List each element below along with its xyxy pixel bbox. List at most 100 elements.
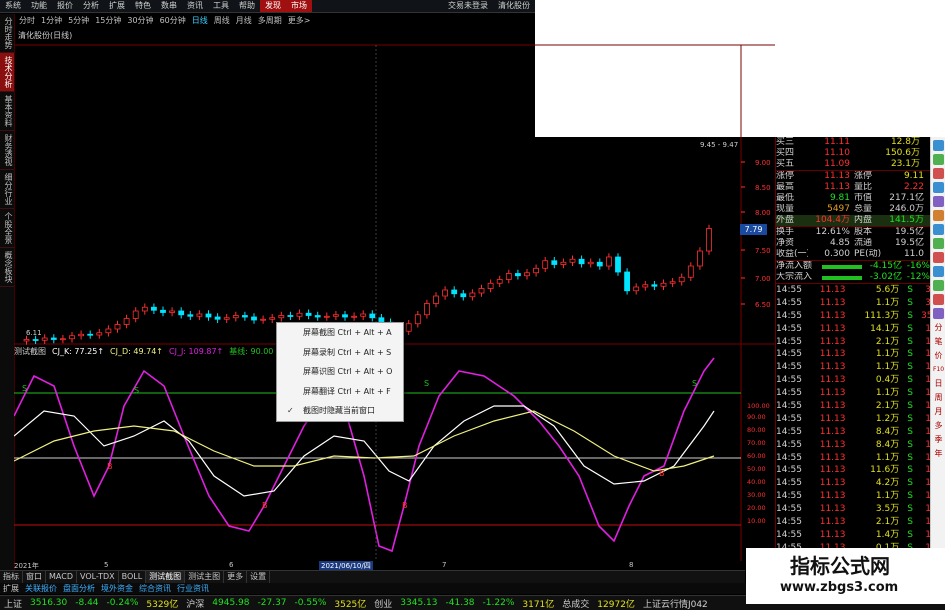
- bottom-tab-settings[interactable]: 设置: [247, 571, 271, 583]
- indicator-tick-label: 90.00: [747, 413, 766, 421]
- menu-item-help[interactable]: 帮助: [234, 0, 260, 12]
- period-tab-60min[interactable]: 60分钟: [157, 15, 189, 26]
- menu-item-system[interactable]: 系统: [0, 0, 26, 12]
- list-icon[interactable]: [933, 182, 944, 193]
- info-icon[interactable]: [933, 266, 944, 277]
- left-tab-concept[interactable]: 概念板块: [0, 248, 14, 287]
- bottom-tab-indicator[interactable]: 指标: [0, 571, 23, 583]
- side-tab-week[interactable]: 周: [933, 392, 944, 403]
- hs-index-label[interactable]: 沪深: [182, 597, 208, 610]
- period-tab-1min[interactable]: 1分钟: [38, 15, 65, 26]
- side-tab-multi[interactable]: 多: [933, 420, 944, 431]
- bottom-tab-test-capture[interactable]: 测试截图: [146, 571, 186, 583]
- menu-item-quote[interactable]: 报价: [52, 0, 78, 12]
- gear-icon[interactable]: [933, 308, 944, 319]
- candle-body: [323, 315, 330, 318]
- side-tab-month[interactable]: 月: [933, 406, 944, 417]
- left-tab-industry[interactable]: 细分行业: [0, 170, 14, 209]
- menu-screen-translate[interactable]: 屏幕翻译 Ctrl + Alt + F: [277, 382, 403, 402]
- news-link-market[interactable]: 盘面分析: [60, 583, 98, 594]
- news-link-general[interactable]: 综合资讯: [136, 583, 174, 594]
- menu-item-analysis[interactable]: 分析: [78, 0, 104, 12]
- stat-label: 总量: [854, 204, 873, 214]
- grid-icon[interactable]: [933, 196, 944, 207]
- period-tab-more[interactable]: 更多>: [285, 15, 314, 26]
- alert-icon[interactable]: [933, 168, 944, 179]
- server-name[interactable]: 上证云行情J042: [639, 597, 712, 610]
- left-tab-profile[interactable]: 基本资料: [0, 92, 14, 131]
- bottom-tab-boll[interactable]: BOLL: [119, 571, 147, 583]
- search-icon[interactable]: [933, 224, 944, 235]
- period-tab-intraday[interactable]: 分时: [16, 15, 38, 26]
- flow-pct: -12%: [906, 272, 930, 282]
- period-tab-multi[interactable]: 多周期: [255, 15, 285, 26]
- period-tab-30min[interactable]: 30分钟: [124, 15, 156, 26]
- period-tab-15min[interactable]: 15分钟: [92, 15, 124, 26]
- menu-screen-ocr[interactable]: 屏幕识图 Ctrl + Alt + O: [277, 362, 403, 382]
- bottom-tab-macd[interactable]: MACD: [46, 571, 77, 583]
- plus-icon[interactable]: [933, 280, 944, 291]
- menu-screen-record[interactable]: 屏幕录制 Ctrl + Alt + S: [277, 343, 403, 363]
- news-link-foreign[interactable]: 境外资金: [98, 583, 136, 594]
- menu-item-tools[interactable]: 工具: [208, 0, 234, 12]
- candle-body: [542, 260, 549, 269]
- tick-price: 11.13: [819, 452, 846, 463]
- candle-body: [160, 309, 166, 313]
- left-tab-finance[interactable]: 财务透视: [0, 131, 14, 170]
- tick-list[interactable]: 14:55 11.13 5.6万 S 3 14:55 11.13 1.1万 S 3 14:55 11.…: [776, 284, 931, 555]
- tick-time: 14:55: [776, 504, 802, 515]
- period-tab-daily[interactable]: 日线: [189, 15, 211, 26]
- bottom-tab-window[interactable]: 窗口: [23, 571, 46, 583]
- bottom-tab-test-main[interactable]: 测试主图: [185, 571, 225, 583]
- stat-label: 流通: [854, 238, 873, 248]
- stat-value: 5497: [827, 204, 850, 214]
- buy-signal-label: B: [659, 469, 665, 478]
- menu-item-discover[interactable]: 发现: [260, 0, 286, 12]
- star-icon[interactable]: [933, 210, 944, 221]
- side-tab-season[interactable]: 季: [933, 434, 944, 445]
- menu-item-news[interactable]: 资讯: [182, 0, 208, 12]
- side-tab-fen[interactable]: 分: [933, 322, 944, 333]
- indicator-name[interactable]: 测试截图: [14, 346, 46, 357]
- period-tab-monthly[interactable]: 月线: [233, 15, 255, 26]
- price-tick-label: 6.50: [755, 301, 771, 309]
- tick-time: 14:55: [776, 285, 802, 295]
- tick-price: 11.13: [819, 349, 846, 360]
- minus-icon[interactable]: [933, 294, 944, 305]
- side-tab-year[interactable]: 年: [933, 448, 944, 459]
- menu-item-data[interactable]: 数串: [156, 0, 182, 12]
- side-tab-day[interactable]: 日: [933, 378, 944, 389]
- period-tab-weekly[interactable]: 周线: [211, 15, 233, 26]
- chart-icon[interactable]: [933, 154, 944, 165]
- down-icon[interactable]: [933, 252, 944, 263]
- tick-time: 14:55: [776, 401, 802, 412]
- left-tab-panorama[interactable]: 个股全景: [0, 209, 14, 248]
- right-shortcut-bar: 分 笔 价 F10 日 周 月 多 季 年: [930, 137, 945, 589]
- login-status[interactable]: 交易未登录: [443, 0, 493, 12]
- menu-screen-capture[interactable]: 屏幕截图 Ctrl + Alt + A: [277, 323, 403, 343]
- up-icon[interactable]: [933, 238, 944, 249]
- refresh-icon[interactable]: [933, 140, 944, 151]
- candle-body: [560, 261, 567, 265]
- sh-index-label[interactable]: 上证: [0, 597, 26, 610]
- candle-body: [214, 316, 221, 320]
- news-link-industry[interactable]: 行业资讯: [174, 583, 212, 594]
- left-tab-intraday[interactable]: 分时走势: [0, 14, 14, 53]
- side-tab-jia[interactable]: 价: [933, 350, 944, 361]
- news-link-extend[interactable]: 扩展: [0, 583, 22, 594]
- hs-index-change: -27.37: [257, 598, 287, 608]
- menu-item-feature[interactable]: 特色: [130, 0, 156, 12]
- left-tab-technical[interactable]: 技术分析: [0, 53, 14, 92]
- menu-item-market[interactable]: 市场: [286, 0, 312, 12]
- bottom-tab-vol[interactable]: VOL-TDX: [77, 571, 119, 583]
- menu-item-extend[interactable]: 扩展: [104, 0, 130, 12]
- side-tab-f10[interactable]: F10: [933, 364, 944, 375]
- cy-index-label[interactable]: 创业: [370, 597, 396, 610]
- news-link-related[interactable]: 关联报价: [22, 583, 60, 594]
- bottom-tab-more[interactable]: 更多: [224, 571, 248, 583]
- kline-chart[interactable]: 9.00 8.50 8.00 7.50 7.00 6.50 9.45 - 9.47 6.11 1…: [14, 26, 775, 571]
- period-tab-5min[interactable]: 5分钟: [65, 15, 92, 26]
- menu-hide-window-option[interactable]: ✓ 截图时隐藏当前窗口: [277, 401, 403, 421]
- side-tab-bi[interactable]: 笔: [933, 336, 944, 347]
- menu-item-function[interactable]: 功能: [26, 0, 52, 12]
